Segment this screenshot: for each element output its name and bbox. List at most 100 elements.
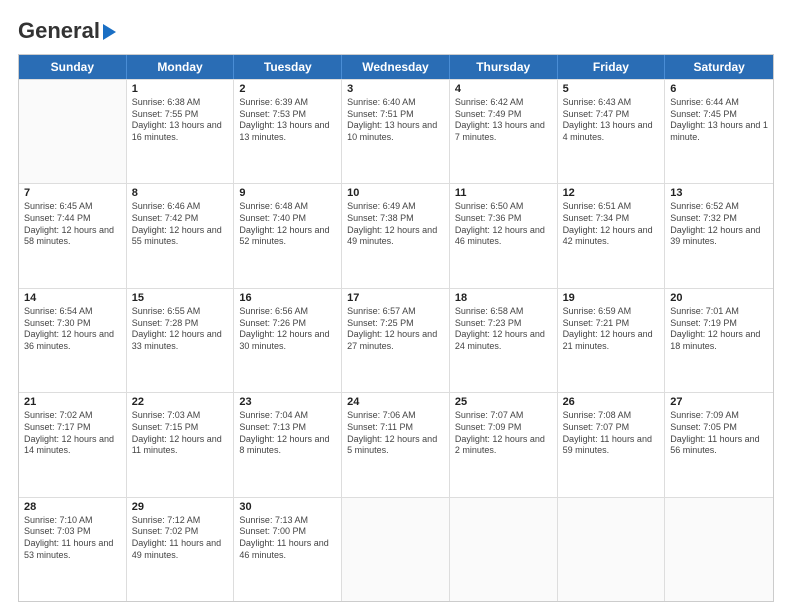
sunset-text: Sunset: 7:44 PM [24, 213, 121, 225]
calendar-cell: 2 Sunrise: 6:39 AMSunset: 7:53 PMDaylight… [234, 80, 342, 183]
calendar-cell: 20 Sunrise: 7:01 AMSunset: 7:19 PMDayligh… [665, 289, 773, 392]
sunset-text: Sunset: 7:36 PM [455, 213, 552, 225]
daylight-text: Daylight: 11 hours and 49 minutes. [132, 538, 229, 561]
day-number: 2 [239, 83, 336, 95]
calendar-row-4: 28Sunrise: 7:10 AMSunset: 7:03 PMDayligh… [19, 497, 773, 601]
daylight-text: Daylight: 12 hours and 24 minutes. [455, 329, 552, 352]
sunrise-text: Sunrise: 7:04 AM [239, 410, 336, 422]
sunset-text: Sunset: 7:28 PM [132, 318, 229, 330]
day-number: 28 [24, 501, 121, 513]
calendar-cell: 23Sunrise: 7:04 AMSunset: 7:13 PMDayligh… [234, 393, 342, 496]
calendar-cell: 7 Sunrise: 6:45 AMSunset: 7:44 PMDaylight… [19, 184, 127, 287]
logo-general: General [18, 18, 100, 44]
daylight-text: Daylight: 12 hours and 33 minutes. [132, 329, 229, 352]
sunset-text: Sunset: 7:00 PM [239, 526, 336, 538]
sunset-text: Sunset: 7:40 PM [239, 213, 336, 225]
calendar-cell [558, 498, 666, 601]
sunrise-text: Sunrise: 6:39 AM [239, 97, 336, 109]
sunset-text: Sunset: 7:23 PM [455, 318, 552, 330]
sunrise-text: Sunrise: 6:52 AM [670, 201, 768, 213]
day-number: 13 [670, 187, 768, 199]
sunset-text: Sunset: 7:02 PM [132, 526, 229, 538]
daylight-text: Daylight: 13 hours and 13 minutes. [239, 120, 336, 143]
day-number: 17 [347, 292, 444, 304]
calendar-cell: 30Sunrise: 7:13 AMSunset: 7:00 PMDayligh… [234, 498, 342, 601]
calendar-cell [19, 80, 127, 183]
sunset-text: Sunset: 7:05 PM [670, 422, 768, 434]
day-number: 21 [24, 396, 121, 408]
calendar-row-2: 14Sunrise: 6:54 AMSunset: 7:30 PMDayligh… [19, 288, 773, 392]
sunrise-text: Sunrise: 6:57 AM [347, 306, 444, 318]
calendar-cell: 10Sunrise: 6:49 AMSunset: 7:38 PMDayligh… [342, 184, 450, 287]
daylight-text: Daylight: 11 hours and 59 minutes. [563, 434, 660, 457]
page: General SundayMondayTuesdayWednesdayThur… [0, 0, 792, 612]
daylight-text: Daylight: 12 hours and 2 minutes. [455, 434, 552, 457]
daylight-text: Daylight: 12 hours and 58 minutes. [24, 225, 121, 248]
header-cell-saturday: Saturday [665, 55, 773, 79]
day-number: 16 [239, 292, 336, 304]
calendar-cell: 9Sunrise: 6:48 AMSunset: 7:40 PMDaylight… [234, 184, 342, 287]
calendar-cell [665, 498, 773, 601]
sunrise-text: Sunrise: 7:08 AM [563, 410, 660, 422]
sunrise-text: Sunrise: 6:58 AM [455, 306, 552, 318]
day-number: 23 [239, 396, 336, 408]
calendar-cell: 27Sunrise: 7:09 AMSunset: 7:05 PMDayligh… [665, 393, 773, 496]
header: General [18, 18, 774, 44]
logo-line1: General [18, 18, 116, 44]
logo-arrow-icon [103, 24, 116, 40]
sunrise-text: Sunrise: 6:45 AM [24, 201, 121, 213]
day-number: 26 [563, 396, 660, 408]
sunset-text: Sunset: 7:51 PM [347, 109, 444, 121]
sunset-text: Sunset: 7:38 PM [347, 213, 444, 225]
daylight-text: Daylight: 12 hours and 55 minutes. [132, 225, 229, 248]
sunset-text: Sunset: 7:17 PM [24, 422, 121, 434]
daylight-text: Daylight: 12 hours and 18 minutes. [670, 329, 768, 352]
calendar-cell: 24Sunrise: 7:06 AMSunset: 7:11 PMDayligh… [342, 393, 450, 496]
sunset-text: Sunset: 7:13 PM [239, 422, 336, 434]
sunset-text: Sunset: 7:42 PM [132, 213, 229, 225]
sunset-text: Sunset: 7:55 PM [132, 109, 229, 121]
sunrise-text: Sunrise: 6:40 AM [347, 97, 444, 109]
sunrise-text: Sunrise: 6:56 AM [239, 306, 336, 318]
day-number: 30 [239, 501, 336, 513]
calendar-cell: 19Sunrise: 6:59 AMSunset: 7:21 PMDayligh… [558, 289, 666, 392]
calendar-cell: 29Sunrise: 7:12 AMSunset: 7:02 PMDayligh… [127, 498, 235, 601]
day-number: 7 [24, 187, 121, 199]
daylight-text: Daylight: 12 hours and 5 minutes. [347, 434, 444, 457]
day-number: 19 [563, 292, 660, 304]
header-cell-sunday: Sunday [19, 55, 127, 79]
daylight-text: Daylight: 11 hours and 53 minutes. [24, 538, 121, 561]
sunrise-text: Sunrise: 6:46 AM [132, 201, 229, 213]
sunrise-text: Sunrise: 7:03 AM [132, 410, 229, 422]
sunrise-text: Sunrise: 6:59 AM [563, 306, 660, 318]
sunset-text: Sunset: 7:09 PM [455, 422, 552, 434]
header-cell-thursday: Thursday [450, 55, 558, 79]
sunrise-text: Sunrise: 6:48 AM [239, 201, 336, 213]
calendar: SundayMondayTuesdayWednesdayThursdayFrid… [18, 54, 774, 602]
sunrise-text: Sunrise: 6:44 AM [670, 97, 768, 109]
calendar-cell: 18Sunrise: 6:58 AMSunset: 7:23 PMDayligh… [450, 289, 558, 392]
day-number: 20 [670, 292, 768, 304]
logo: General [18, 18, 116, 44]
sunset-text: Sunset: 7:19 PM [670, 318, 768, 330]
sunrise-text: Sunrise: 7:06 AM [347, 410, 444, 422]
sunset-text: Sunset: 7:21 PM [563, 318, 660, 330]
calendar-cell: 11Sunrise: 6:50 AMSunset: 7:36 PMDayligh… [450, 184, 558, 287]
sunrise-text: Sunrise: 6:38 AM [132, 97, 229, 109]
calendar-cell: 28Sunrise: 7:10 AMSunset: 7:03 PMDayligh… [19, 498, 127, 601]
day-number: 29 [132, 501, 229, 513]
daylight-text: Daylight: 12 hours and 11 minutes. [132, 434, 229, 457]
sunset-text: Sunset: 7:53 PM [239, 109, 336, 121]
daylight-text: Daylight: 13 hours and 4 minutes. [563, 120, 660, 143]
calendar-cell: 6Sunrise: 6:44 AMSunset: 7:45 PMDaylight… [665, 80, 773, 183]
header-cell-tuesday: Tuesday [234, 55, 342, 79]
day-number: 12 [563, 187, 660, 199]
calendar-cell: 4Sunrise: 6:42 AMSunset: 7:49 PMDaylight… [450, 80, 558, 183]
sunset-text: Sunset: 7:32 PM [670, 213, 768, 225]
sunset-text: Sunset: 7:47 PM [563, 109, 660, 121]
day-number: 25 [455, 396, 552, 408]
calendar-cell: 25Sunrise: 7:07 AMSunset: 7:09 PMDayligh… [450, 393, 558, 496]
sunrise-text: Sunrise: 7:13 AM [239, 515, 336, 527]
calendar-cell: 16Sunrise: 6:56 AMSunset: 7:26 PMDayligh… [234, 289, 342, 392]
sunrise-text: Sunrise: 7:01 AM [670, 306, 768, 318]
